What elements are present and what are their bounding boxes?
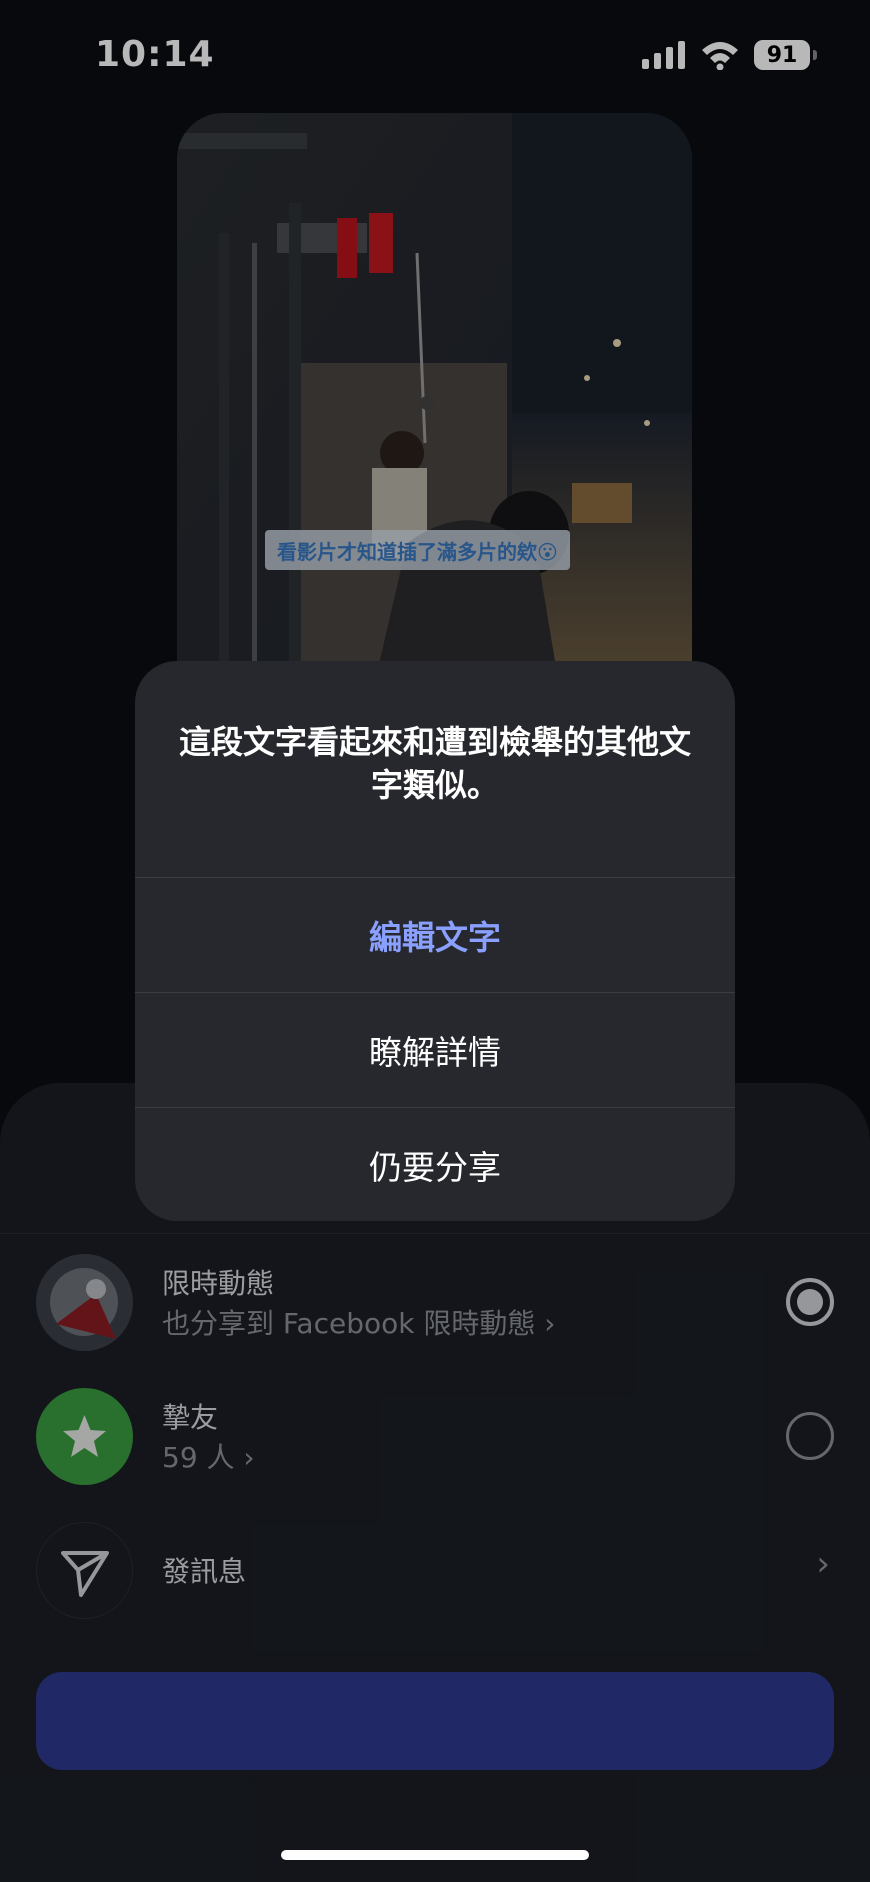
edit-text-button[interactable]: 編輯文字: [135, 878, 735, 992]
learn-more-button[interactable]: 瞭解詳情: [135, 993, 735, 1107]
share-anyway-button[interactable]: 仍要分享: [135, 1108, 735, 1221]
alert-dialog: 這段文字看起來和遭到檢舉的其他文字類似。 編輯文字 瞭解詳情 仍要分享: [135, 661, 735, 1221]
alert-message: 這段文字看起來和遭到檢舉的其他文字類似。: [178, 723, 691, 804]
home-indicator: [281, 1850, 589, 1860]
